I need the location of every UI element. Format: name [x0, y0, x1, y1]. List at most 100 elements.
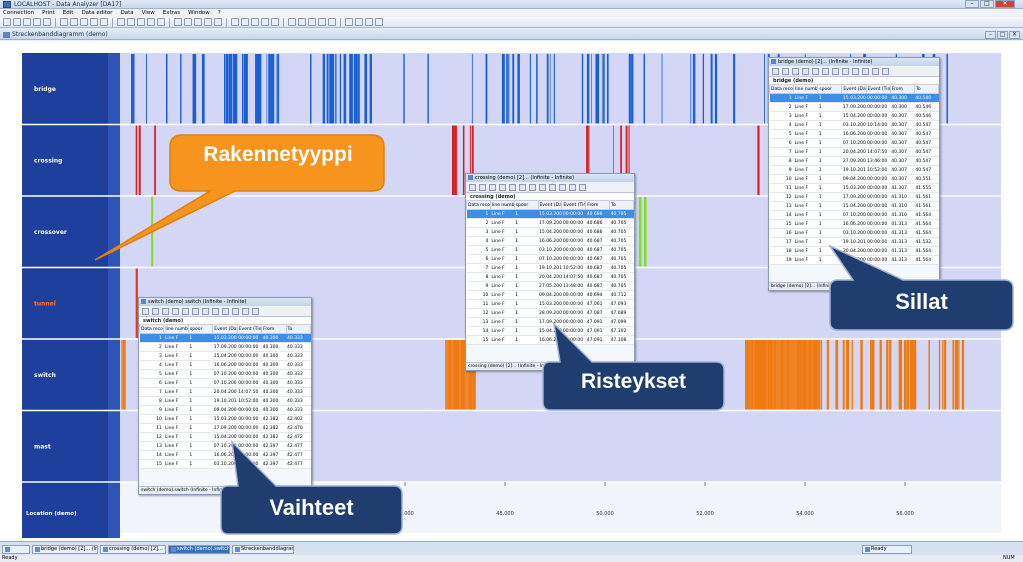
column-header[interactable]: From — [585, 200, 611, 210]
toolbar-button[interactable] — [3, 18, 11, 26]
doc-maximize-button[interactable]: □ — [997, 31, 1008, 39]
table-row[interactable]: 3 Line F 1 15.04.2007 00:00:00 40.300 40.333 — [139, 351, 311, 361]
menu-data-editor[interactable]: Data editor — [81, 9, 112, 17]
column-header[interactable]: line number — [163, 324, 189, 334]
table-row[interactable]: 9 Line F 1 09.04.2006 00:00:00 40.300 40.333 — [139, 405, 311, 415]
table-row[interactable]: 6 Line F 1 07.10.2007 00:00:00 40.300 40.333 — [139, 378, 311, 388]
table-row[interactable]: 1Line F115.03.200600:00:0040.30040.540 — [769, 93, 939, 103]
toolbar-button[interactable] — [184, 18, 192, 26]
menu-data[interactable]: Data — [121, 9, 134, 17]
table-row[interactable]: 7Line F120.04.200914:07:5040.30740.547 — [769, 147, 939, 157]
popup-toolbar-button[interactable] — [162, 307, 169, 315]
toolbar-button[interactable] — [147, 18, 155, 26]
table-row[interactable]: 8 Line F 1 19.10.2010 10:52:00 40.300 40.333 — [139, 396, 311, 406]
column-header[interactable]: Event (Date) — [537, 200, 563, 210]
toolbar-button[interactable] — [251, 18, 259, 26]
column-header[interactable]: spoor — [187, 324, 214, 334]
table-row[interactable]: 4Line F103.10.200810:14:0040.30740.547 — [769, 120, 939, 130]
toolbar-button[interactable] — [90, 18, 98, 26]
popup-toolbar-button[interactable] — [579, 183, 586, 191]
popup-toolbar-button[interactable] — [772, 67, 779, 75]
toolbar-button[interactable] — [80, 18, 88, 26]
table-row[interactable]: 1Line F115.03.200600:00:0040.68640.705 — [466, 209, 634, 219]
taskbar-item-switch[interactable]: switch (demo).switch (Infi... — [168, 545, 230, 554]
table-row[interactable]: 11Line F115.03.200600:00:0047.06147.093 — [466, 299, 634, 309]
close-button[interactable]: ✕ — [995, 0, 1015, 8]
menu-view[interactable]: View — [142, 9, 155, 17]
column-header[interactable]: line number — [489, 200, 515, 210]
table-row[interactable]: 11 Line F 1 17.09.2006 00:00:00 42.382 42.470 — [139, 423, 311, 433]
table-row[interactable]: 3Line F115.04.200700:00:0040.30740.546 — [769, 111, 939, 121]
popup-toolbar-button[interactable] — [529, 183, 536, 191]
toolbar-button[interactable] — [328, 18, 336, 26]
doc-close-button[interactable]: ✕ — [1009, 31, 1020, 39]
menu-edit[interactable]: Edit — [63, 9, 74, 17]
table-row[interactable]: 3Line F115.04.200700:00:0040.68640.705 — [466, 227, 634, 237]
column-header[interactable]: Event (Time) — [561, 200, 587, 210]
popup-toolbar-button[interactable] — [569, 183, 576, 191]
menu-extras[interactable]: Extras — [163, 9, 180, 17]
toolbar-button[interactable] — [308, 18, 316, 26]
table-row[interactable]: 12Line F128.09.200600:00:0047.08747.089 — [466, 308, 634, 318]
column-header[interactable]: spoor — [513, 200, 539, 210]
table-row[interactable]: 8Line F120.04.200914:07:5040.68740.705 — [466, 272, 634, 282]
popup-toolbar-button[interactable] — [479, 183, 486, 191]
column-header[interactable]: line number — [793, 84, 819, 94]
toolbar-button[interactable] — [70, 18, 78, 26]
taskbar-item-streckenband[interactable]: Streckenbanddiagramm (d... — [232, 545, 294, 554]
table-row[interactable]: 15Line F116.06.200800:00:0041.31341.564 — [769, 219, 939, 229]
toolbar-button[interactable] — [241, 18, 249, 26]
table-row[interactable]: 1 Line F 1 15.03.2006 00:00:00 40.300 40.333 — [139, 333, 311, 343]
table-row[interactable]: 5Line F103.10.200800:00:0040.68740.705 — [466, 245, 634, 255]
toolbar-button[interactable] — [13, 18, 21, 26]
popup-toolbar-button[interactable] — [559, 183, 566, 191]
taskbar-item-crossing[interactable]: crossing (demo) [2]... (Inf... — [100, 545, 166, 554]
toolbar-button[interactable] — [117, 18, 125, 26]
popup-toolbar-button[interactable] — [812, 67, 819, 75]
column-header[interactable]: Data record — [466, 200, 491, 210]
column-header[interactable]: Event (Time) — [236, 324, 263, 334]
toolbar-button[interactable] — [345, 18, 353, 26]
switch-tab[interactable]: switch (demo) — [139, 316, 311, 324]
toolbar-button[interactable] — [365, 18, 373, 26]
table-row[interactable]: 10Line F109.04.200600:00:0040.69440.712 — [466, 290, 634, 300]
column-header[interactable]: From — [889, 84, 915, 94]
taskbar-item-bridge[interactable]: bridge (demo) [2]... (Infin... — [32, 545, 98, 554]
popup-toolbar-button[interactable] — [872, 67, 879, 75]
table-row[interactable]: 10 Line F 1 15.03.2006 00:00:00 42.382 42.402 — [139, 414, 311, 424]
popup-toolbar-button[interactable] — [549, 183, 556, 191]
popup-toolbar-button[interactable] — [782, 67, 789, 75]
menu-help[interactable]: ? — [218, 9, 221, 17]
popup-toolbar-button[interactable] — [519, 183, 526, 191]
table-row[interactable]: 2 Line F 1 17.09.2006 00:00:00 40.300 40.333 — [139, 342, 311, 352]
popup-toolbar-button[interactable] — [469, 183, 476, 191]
column-header[interactable]: To — [913, 84, 940, 94]
column-header[interactable]: To — [609, 200, 634, 210]
popup-toolbar-button[interactable] — [242, 307, 249, 315]
popup-toolbar-button[interactable] — [142, 307, 149, 315]
popup-toolbar-button[interactable] — [802, 67, 809, 75]
column-header[interactable]: From — [261, 324, 287, 334]
popup-toolbar-button[interactable] — [842, 67, 849, 75]
table-row[interactable]: 8Line F127.09.200913:46:0040.30740.547 — [769, 156, 939, 166]
popup-toolbar-button[interactable] — [222, 307, 229, 315]
menu-print[interactable]: Print — [42, 9, 55, 17]
table-row[interactable]: 5 Line F 1 07.10.2007 00:00:00 40.300 40.333 — [139, 369, 311, 379]
toolbar-button[interactable] — [33, 18, 41, 26]
popup-toolbar-button[interactable] — [832, 67, 839, 75]
popup-toolbar-button[interactable] — [539, 183, 546, 191]
popup-toolbar-button[interactable] — [882, 67, 889, 75]
column-header[interactable]: Data record — [138, 324, 165, 334]
table-row[interactable]: 11Line F115.03.200600:00:0041.30741.555 — [769, 183, 939, 193]
maximize-button[interactable]: □ — [980, 0, 994, 8]
table-row[interactable]: 13Line F115.04.200700:00:0041.31041.561 — [769, 201, 939, 211]
popup-toolbar-button[interactable] — [182, 307, 189, 315]
table-row[interactable]: 9Line F119.10.201010:52:0040.30740.547 — [769, 165, 939, 175]
table-row[interactable]: 7 Line F 1 20.04.2009 14:07:50 40.300 40.333 — [139, 387, 311, 397]
table-row[interactable]: 9Line F127.05.200913:48:0040.68740.705 — [466, 281, 634, 291]
popup-toolbar-button[interactable] — [862, 67, 869, 75]
table-row[interactable]: 4Line F116.06.200800:00:0040.68740.705 — [466, 236, 634, 246]
toolbar-button[interactable] — [271, 18, 279, 26]
table-row[interactable]: 2Line F117.09.200600:00:0040.68640.705 — [466, 218, 634, 228]
table-row[interactable]: 14Line F107.10.200700:00:0041.31041.564 — [769, 210, 939, 220]
